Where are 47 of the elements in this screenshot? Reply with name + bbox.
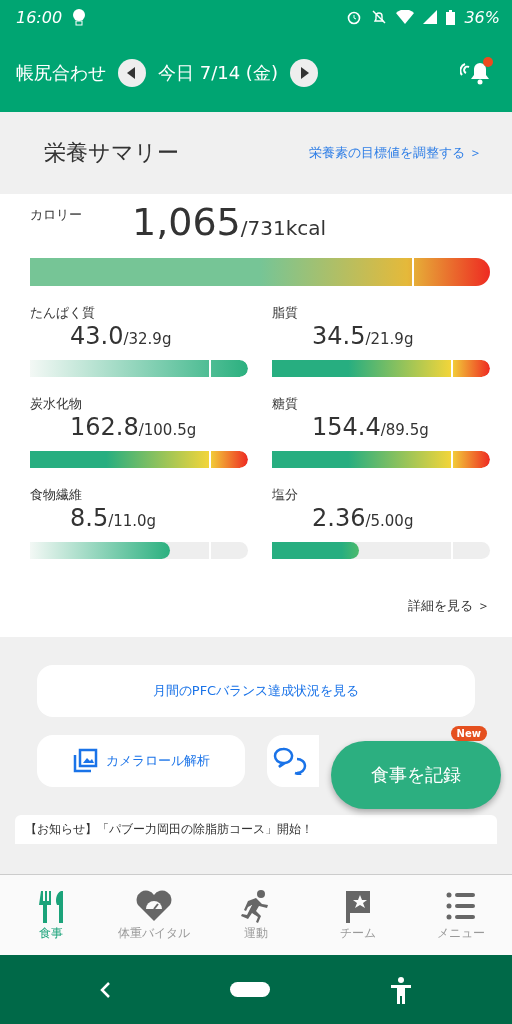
bell-muted-icon — [371, 9, 388, 25]
right-triangle-icon — [298, 67, 309, 79]
nutrient-value: 43.0/32.9g — [69, 322, 173, 350]
camera-roll-button[interactable]: カメラロール解析 — [37, 735, 245, 787]
nutrient-value: 162.8/100.5g — [69, 413, 198, 441]
calorie-value: 1,065/731kcal — [132, 200, 327, 244]
chat-button[interactable] — [267, 735, 319, 787]
nav-tab[interactable]: 運動 — [204, 875, 308, 955]
nutrient-value: 2.36/5.00g — [311, 504, 415, 532]
wifi-icon — [396, 10, 415, 24]
nutrient-value: 34.5/21.9g — [311, 322, 415, 350]
app-title: 帳尻合わせ — [16, 61, 106, 85]
details-link[interactable]: 詳細を見る ＞ — [407, 597, 490, 615]
battery-icon — [446, 9, 456, 25]
section-title: 栄養サマリー — [44, 139, 179, 167]
nutrient-label: 食物繊維 — [30, 486, 83, 504]
battery-percent: 36% — [464, 7, 500, 27]
next-day-button[interactable] — [289, 59, 318, 87]
nutrient-value: 154.4/89.5g — [311, 413, 430, 441]
alarm-icon — [346, 9, 363, 25]
status-time: 16:00 — [16, 7, 63, 27]
nav-tab[interactable]: 食事 — [0, 875, 103, 955]
nutrient-value: 8.5/11.0g — [69, 504, 158, 532]
nutrient-label: カロリー — [30, 206, 82, 224]
news-banner[interactable]: 【お知らせ】「パブー力岡田の除脂肪コース」開始！ — [15, 815, 497, 844]
notification-bell-icon[interactable] — [460, 55, 494, 87]
nav-tab[interactable]: チーム — [307, 875, 410, 955]
nutrient-label: たんぱく質 — [30, 304, 96, 322]
nutrient-label: 糖質 — [272, 395, 299, 413]
nav-tab[interactable]: メニュー — [409, 875, 512, 955]
date-label: 今日 7/14 (金) — [158, 61, 278, 85]
home-button[interactable] — [230, 982, 270, 997]
record-meal-button[interactable]: 食事を記録 — [331, 741, 501, 809]
nutrient-label: 塩分 — [272, 486, 299, 504]
pfc-balance-button[interactable]: 月間のPFCバランス達成状況を見る — [37, 665, 475, 717]
accessibility-icon[interactable] — [388, 975, 413, 1004]
new-badge: New — [450, 726, 487, 741]
nav-tab[interactable]: 体重バイタル — [102, 875, 205, 955]
adjust-targets-link[interactable]: 栄養素の目標値を調整する ＞ — [308, 144, 482, 162]
signal-icon — [423, 10, 438, 24]
avatar-icon — [71, 8, 88, 26]
nutrient-label: 脂質 — [272, 304, 299, 322]
previous-day-button[interactable] — [118, 59, 146, 87]
left-triangle-icon — [127, 67, 137, 79]
photo-gallery-icon — [72, 748, 98, 774]
nutrient-label: 炭水化物 — [30, 395, 83, 413]
back-icon[interactable] — [99, 980, 112, 999]
